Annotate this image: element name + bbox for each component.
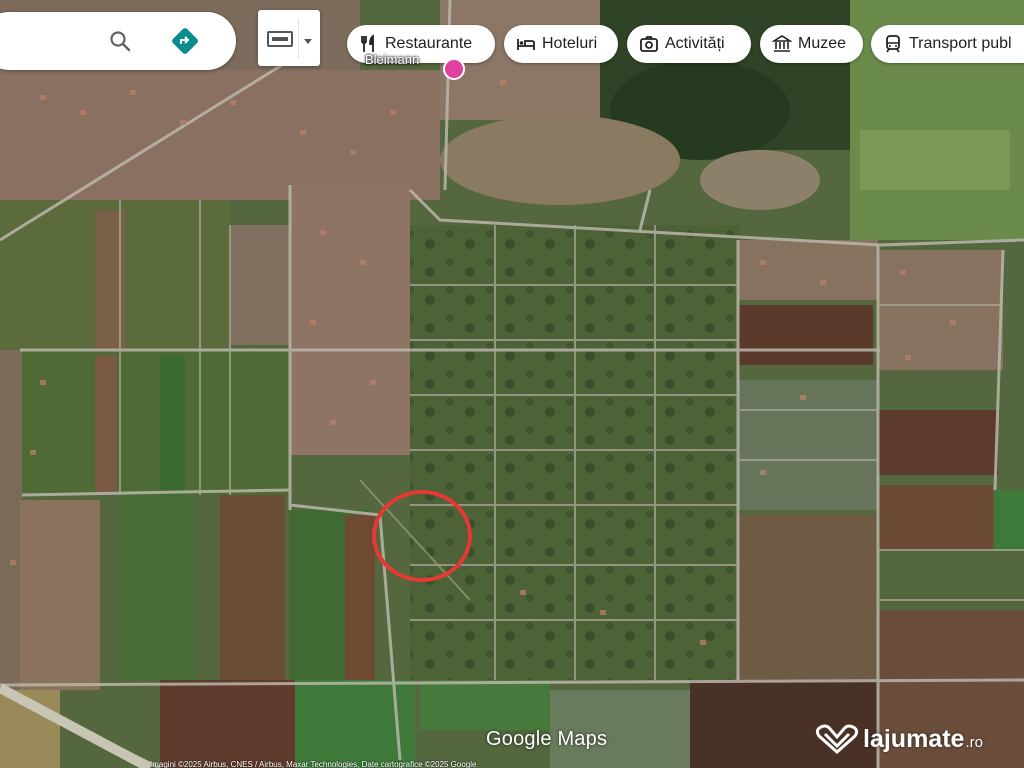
museum-icon: [772, 35, 792, 52]
heart-logo-icon: [815, 724, 859, 754]
chip-hotels[interactable]: Hoteluri: [504, 25, 618, 63]
satellite-map[interactable]: [0, 0, 1024, 768]
chip-label: Restaurante: [385, 35, 473, 52]
chip-label: Hoteluri: [542, 35, 598, 52]
chevron-down-icon[interactable]: [304, 39, 312, 44]
hotel-icon: [517, 39, 535, 50]
map-attribution[interactable]: Imagini ©2025 Airbus, CNES / Airbus, Max…: [150, 760, 890, 768]
chip-museums[interactable]: Muzee: [760, 25, 863, 63]
watermark-text: lajumate: [863, 724, 965, 753]
place-pin-icon[interactable]: [443, 58, 465, 80]
camera-icon: [640, 36, 658, 52]
chip-public-transport[interactable]: Transport publ: [871, 25, 1024, 63]
search-icon[interactable]: [108, 29, 132, 53]
chip-label: Muzee: [798, 35, 847, 52]
chip-label: Activități: [665, 35, 725, 52]
lajumate-watermark: lajumate .ro: [815, 724, 983, 754]
search-box[interactable]: [0, 12, 236, 70]
google-maps-logo: Google Maps: [486, 728, 608, 750]
place-label[interactable]: Bleimann: [365, 52, 419, 67]
input-tools-button[interactable]: [258, 10, 320, 66]
train-icon: [886, 35, 900, 53]
chip-label: Transport publ: [909, 35, 1012, 52]
divider: [298, 18, 299, 58]
keyboard-icon: [267, 31, 293, 47]
directions-icon[interactable]: [171, 27, 199, 55]
watermark-suffix: .ro: [965, 733, 983, 751]
restaurant-icon: [361, 34, 374, 52]
chip-activities[interactable]: Activități: [627, 25, 751, 63]
